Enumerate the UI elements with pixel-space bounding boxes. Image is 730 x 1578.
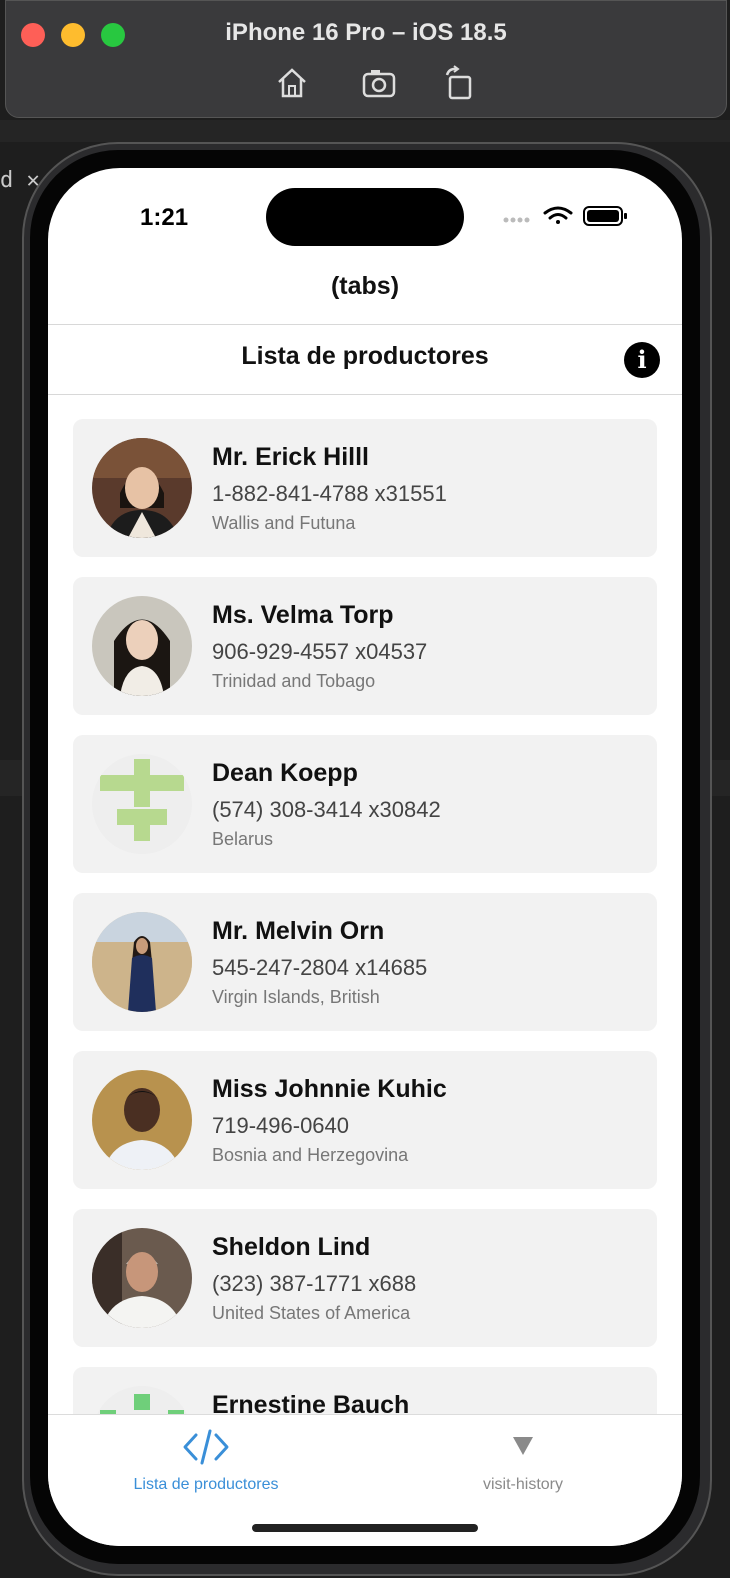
simulator-title-bar: iPhone 16 Pro – iOS 18.5 xyxy=(5,0,727,118)
dynamic-island xyxy=(266,188,464,246)
producer-phone: 1-882-841-4788 x31551 xyxy=(212,481,447,506)
home-icon[interactable] xyxy=(274,65,310,101)
avatar xyxy=(92,1070,192,1170)
producer-list[interactable]: Mr. Erick Hilll 1-882-841-4788 x31551 Wa… xyxy=(73,419,657,1525)
identicon-avatar xyxy=(92,754,192,854)
producer-country: Trinidad and Tobago xyxy=(212,671,376,691)
producer-name: Dean Koepp xyxy=(212,759,358,787)
home-indicator[interactable] xyxy=(252,1524,478,1532)
producer-phone: 545-247-2804 x14685 xyxy=(212,955,428,980)
wifi-icon xyxy=(543,206,573,224)
avatar xyxy=(92,438,192,538)
producer-country: Bosnia and Herzegovina xyxy=(212,1145,409,1165)
producer-name: Mr. Melvin Orn xyxy=(212,917,385,945)
avatar xyxy=(92,1228,192,1328)
tab-label: Lista de productores xyxy=(133,1476,279,1493)
producer-name: Sheldon Lind xyxy=(212,1233,371,1261)
code-icon xyxy=(183,1429,229,1465)
tab-label: visit-history xyxy=(482,1476,563,1493)
producer-name: Ms. Velma Torp xyxy=(212,601,394,629)
producer-country: United States of America xyxy=(212,1303,411,1323)
triangle-down-icon xyxy=(513,1437,533,1455)
producer-name: Miss Johnnie Kuhic xyxy=(212,1075,447,1103)
device-screen: 1:21 (tabs) Lista de productores i Mr. E… xyxy=(48,168,682,1546)
page-title: Lista de productores xyxy=(241,342,489,370)
producer-card[interactable]: Sheldon Lind (323) 387-1771 x688 United … xyxy=(73,1209,657,1347)
status-icons xyxy=(500,204,630,233)
avatar xyxy=(92,912,192,1012)
rotate-icon[interactable] xyxy=(441,65,477,101)
title-divider xyxy=(48,394,682,395)
producer-phone: (574) 308-3414 x30842 xyxy=(212,797,441,822)
cellular-signal-icon xyxy=(503,217,530,223)
screenshot-icon[interactable] xyxy=(361,65,397,101)
producer-country: Wallis and Futuna xyxy=(212,513,356,533)
header-divider xyxy=(48,324,682,325)
producer-card[interactable]: Mr. Erick Hilll 1-882-841-4788 x31551 Wa… xyxy=(73,419,657,557)
info-icon[interactable]: i xyxy=(624,342,660,378)
producer-phone: (323) 387-1771 x688 xyxy=(212,1271,417,1296)
avatar xyxy=(92,596,192,696)
producer-country: Belarus xyxy=(212,829,274,849)
producer-card[interactable]: Dean Koepp (574) 308-3414 x30842 Belarus xyxy=(73,735,657,873)
producer-phone: 906-929-4557 x04537 xyxy=(212,639,428,664)
producer-card[interactable]: Ms. Velma Torp 906-929-4557 x04537 Trini… xyxy=(73,577,657,715)
simulator-title: iPhone 16 Pro – iOS 18.5 xyxy=(225,19,507,46)
tab-visit-history[interactable]: visit-history xyxy=(393,1429,653,1494)
producer-country: Virgin Islands, British xyxy=(212,987,380,1007)
editor-background xyxy=(0,120,730,142)
battery-icon xyxy=(583,206,627,226)
tabs-group-title: (tabs) xyxy=(330,272,400,300)
tab-lista-de-productores[interactable]: Lista de productores xyxy=(76,1429,336,1494)
status-time: 1:21 xyxy=(140,204,189,231)
producer-card[interactable]: Mr. Melvin Orn 545-247-2804 x14685 Virgi… xyxy=(73,893,657,1031)
producer-card[interactable]: Miss Johnnie Kuhic 719-496-0640 Bosnia a… xyxy=(73,1051,657,1189)
producer-phone: 719-496-0640 xyxy=(212,1113,350,1138)
producer-name: Mr. Erick Hilll xyxy=(212,443,370,471)
